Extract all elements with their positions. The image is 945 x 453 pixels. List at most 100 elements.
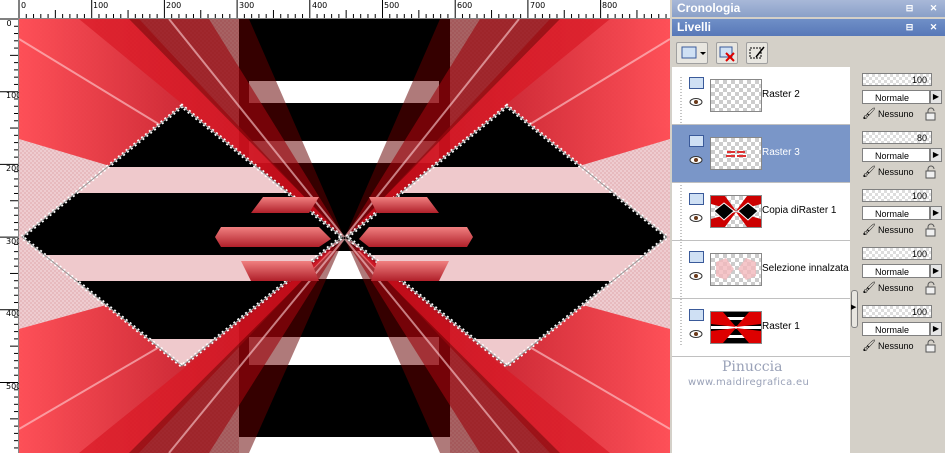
lock-icon[interactable] — [924, 223, 938, 237]
layers-palette: Cronologia ⊟ ✕ Livelli ⊟ ✕ Raster 2 Rast… — [672, 0, 945, 453]
layer-props-raster-2: 100 Normale ▶ 🖌 Nessuno — [862, 67, 944, 125]
thumbnail-art — [726, 151, 746, 157]
ruler-label: 600 — [457, 1, 473, 10]
image-canvas[interactable] — [19, 19, 670, 453]
mask-select[interactable]: Nessuno — [862, 223, 922, 237]
blend-mode-select[interactable]: Normale — [862, 148, 930, 162]
chevron-right-icon[interactable]: ▶ — [930, 322, 942, 336]
lock-icon[interactable] — [924, 339, 938, 353]
ruler-label: 0 — [6, 19, 12, 28]
eye-icon[interactable] — [689, 329, 704, 339]
chevron-right-icon[interactable]: ▶ — [930, 264, 942, 278]
ruler-label: 200 — [6, 164, 22, 173]
layers-list: Raster 2 Raster 3 Copia diRaster 1 Selez… — [672, 67, 850, 453]
ruler-label: 300 — [239, 1, 255, 10]
watermark-name: Pinuccia — [722, 359, 783, 375]
layer-name: Raster 3 — [762, 147, 800, 158]
chevron-right-icon[interactable]: ▶ — [930, 206, 942, 220]
delete-layer-icon — [719, 46, 735, 62]
layer-name: Copia diRaster 1 — [762, 205, 837, 216]
ruler-label: 300 — [6, 237, 22, 246]
new-layer-button[interactable] — [676, 42, 708, 64]
layer-name: Selezione innalzata — [762, 263, 849, 274]
raster-layer-icon — [689, 193, 704, 205]
blend-mode-select[interactable]: Normale — [862, 264, 930, 278]
pin-icon[interactable]: ⊟ — [904, 22, 915, 33]
layer-thumbnail — [710, 79, 762, 112]
mask-select[interactable]: Nessuno — [862, 281, 922, 295]
thumbnail-art — [711, 312, 761, 343]
layers-toolbar — [672, 37, 945, 67]
eye-icon[interactable] — [689, 271, 704, 281]
edit-selection-icon — [749, 46, 765, 59]
lock-icon[interactable] — [924, 165, 938, 179]
edit-selection-button[interactable] — [746, 42, 768, 64]
close-icon[interactable]: ✕ — [928, 22, 939, 33]
opacity-slider[interactable]: 80 — [862, 131, 932, 144]
chevron-right-icon[interactable]: ▶ — [851, 303, 856, 311]
layers-title: Livelli — [677, 20, 712, 34]
mask-select[interactable]: Nessuno — [862, 339, 922, 353]
ruler-label: 500 — [384, 1, 400, 10]
raster-layer-icon — [689, 251, 704, 263]
lock-icon[interactable] — [924, 107, 938, 121]
vertical-ruler: 0 100 200 300 400 500 — [0, 18, 22, 453]
chevron-right-icon[interactable]: ▶ — [930, 90, 942, 104]
watermark-url: www.maidiregrafica.eu — [688, 377, 810, 388]
layer-name: Raster 2 — [762, 89, 800, 100]
blend-mode-select[interactable]: Normale — [862, 206, 930, 220]
layer-props-selezione-innalzata: 100 Normale ▶ 🖌 Nessuno — [862, 241, 944, 299]
eye-icon[interactable] — [689, 97, 704, 107]
raster-layer-icon — [689, 77, 704, 89]
opacity-slider[interactable]: 100 — [862, 73, 932, 86]
mask-select[interactable]: Nessuno — [862, 107, 922, 121]
layer-row-raster-1[interactable]: Raster 1 — [672, 299, 850, 357]
delete-layer-button[interactable] — [716, 42, 738, 64]
blend-mode-select[interactable]: Normale — [862, 90, 930, 104]
ruler-label: 100 — [6, 91, 22, 100]
layer-row-raster-2[interactable]: Raster 2 — [672, 67, 850, 125]
opacity-slider[interactable]: 100 — [862, 189, 932, 202]
layer-thumbnail — [710, 311, 762, 344]
chevron-right-icon[interactable]: ▶ — [930, 148, 942, 162]
eye-icon[interactable] — [689, 155, 704, 165]
layer-row-selezione-innalzata[interactable]: Selezione innalzata — [672, 241, 850, 299]
layers-title-bar[interactable]: Livelli ⊟ ✕ — [672, 19, 945, 36]
layer-row-copia-raster-1[interactable]: Copia diRaster 1 — [672, 183, 850, 241]
layer-thumbnail — [710, 137, 762, 170]
close-icon[interactable]: ✕ — [928, 3, 939, 14]
ruler-label: 200 — [166, 1, 182, 10]
new-layer-icon — [681, 46, 706, 59]
blend-mode-select[interactable]: Normale — [862, 322, 930, 336]
ruler-label: 700 — [530, 1, 546, 10]
history-title-bar[interactable]: Cronologia ⊟ ✕ — [672, 0, 945, 17]
layer-properties: 100 Normale ▶ 🖌 Nessuno 80 Normale ▶ 🖌 N… — [860, 67, 945, 453]
watermark: Pinuccia www.maidiregrafica.eu — [672, 357, 850, 397]
ruler-label: 400 — [312, 1, 328, 10]
pin-icon[interactable]: ⊟ — [904, 3, 915, 14]
lock-icon[interactable] — [924, 281, 938, 295]
opacity-slider[interactable]: 100 — [862, 247, 932, 260]
eye-icon[interactable] — [689, 213, 704, 223]
raster-layer-icon — [689, 309, 704, 321]
layer-props-raster-3: 80 Normale ▶ 🖌 Nessuno — [862, 125, 944, 183]
thumbnail-art — [711, 196, 761, 227]
layer-props-raster-1: 100 Normale ▶ 🖌 Nessuno — [862, 299, 944, 357]
ruler-label: 500 — [6, 382, 22, 391]
opacity-slider[interactable]: 100 — [862, 305, 932, 318]
history-title: Cronologia — [677, 1, 741, 15]
ruler-label: 100 — [93, 1, 109, 10]
layer-thumbnail — [710, 253, 762, 286]
layer-props-copia-raster-1: 100 Normale ▶ 🖌 Nessuno — [862, 183, 944, 241]
ruler-label: 0 — [21, 1, 27, 10]
layer-thumbnail — [710, 195, 762, 228]
layer-name: Raster 1 — [762, 321, 800, 332]
mask-select[interactable]: Nessuno — [862, 165, 922, 179]
ruler-label: 800 — [602, 1, 618, 10]
layer-row-raster-3[interactable]: Raster 3 — [672, 125, 850, 183]
splitter[interactable]: ▶ — [850, 67, 860, 453]
raster-layer-icon — [689, 135, 704, 147]
canvas-artwork — [19, 19, 670, 453]
ruler-label: 400 — [6, 309, 22, 318]
horizontal-ruler: 0 100 200 300 400 500 600 700 800 — [0, 0, 670, 19]
